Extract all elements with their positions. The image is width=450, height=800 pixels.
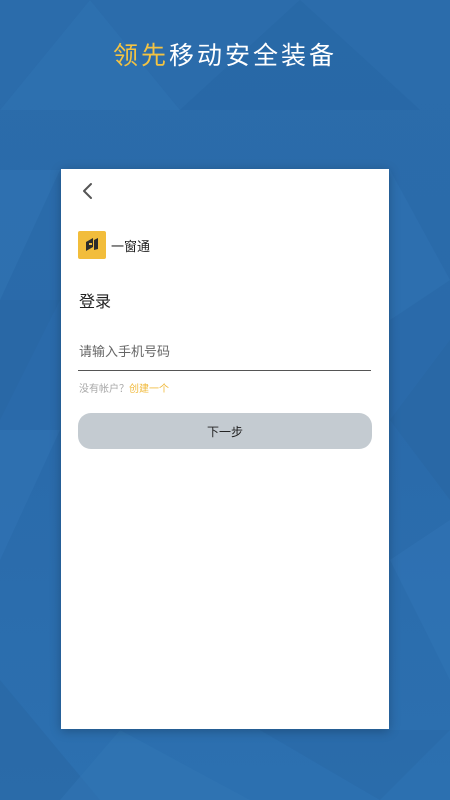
login-title: 登录	[79, 292, 112, 311]
back-button[interactable]	[77, 181, 97, 201]
promo-headline: 领先移动安全装备	[0, 36, 450, 72]
phone-input[interactable]	[78, 335, 371, 371]
create-account-link[interactable]: 创建一个	[129, 384, 169, 395]
app-logo-icon	[78, 231, 106, 259]
login-card: 一窗通 登录 没有帐户？创建一个 下一步	[61, 169, 389, 729]
next-button[interactable]: 下一步	[78, 413, 372, 449]
headline-accent: 领先	[112, 41, 169, 70]
chevron-left-icon	[83, 183, 92, 199]
headline-rest: 移动安全装备	[169, 41, 338, 70]
brand-row: 一窗通	[78, 231, 150, 259]
no-account-text: 没有帐户？	[79, 384, 129, 395]
register-prompt: 没有帐户？创建一个	[79, 380, 169, 395]
brand-name: 一窗通	[111, 239, 151, 255]
